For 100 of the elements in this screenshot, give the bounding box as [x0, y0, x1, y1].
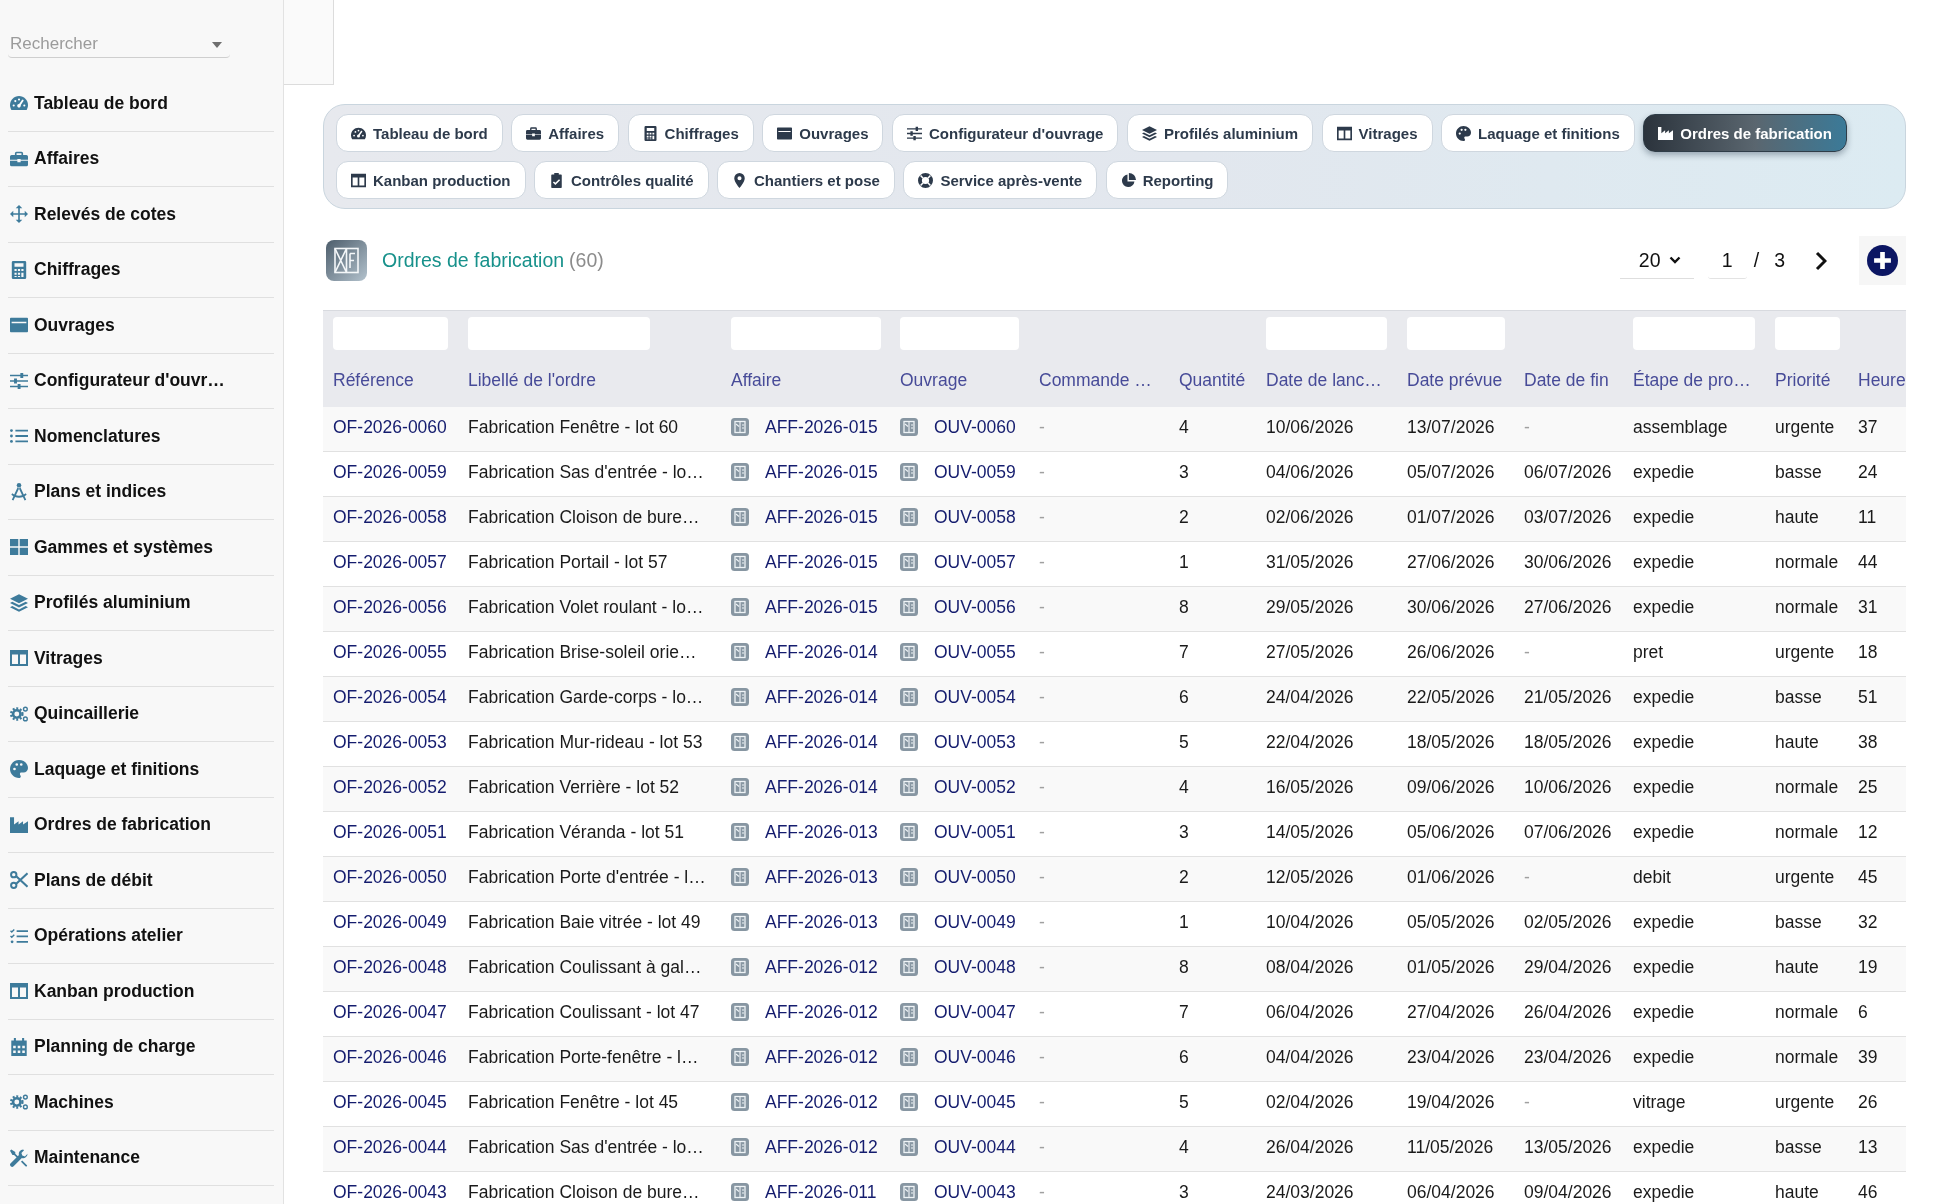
record-link[interactable]: AFF-2026-014 [765, 732, 878, 752]
record-link[interactable]: OUV-0050 [934, 867, 1016, 887]
record-link[interactable]: OUV-0057 [934, 552, 1016, 572]
record-link[interactable]: AFF-2026-015 [765, 597, 878, 617]
record-link[interactable]: OF-2026-0043 [333, 1182, 447, 1202]
record-link[interactable]: AFF-2026-013 [765, 912, 878, 932]
record-link[interactable]: OUV-0049 [934, 912, 1016, 932]
column-header[interactable]: Libellé de l'ordre [468, 368, 596, 392]
tab[interactable]: Profilés aluminium [1126, 114, 1314, 152]
tab[interactable]: Contrôles qualité [534, 161, 709, 199]
column-header[interactable]: Commande … [1039, 368, 1152, 392]
record-link[interactable]: OF-2026-0055 [333, 642, 447, 662]
column-header[interactable]: Étape de pro… [1633, 368, 1751, 392]
tab[interactable]: Vitrages [1321, 114, 1433, 152]
sidebar-item[interactable]: Quincaillerie [8, 686, 274, 742]
record-link[interactable]: AFF-2026-012 [765, 1047, 878, 1067]
sidebar-item[interactable]: Plans et indices [8, 464, 274, 520]
sidebar-item[interactable]: Nomenclatures [8, 409, 274, 465]
add-button[interactable] [1859, 236, 1906, 285]
sidebar-item[interactable]: Plans de débit [8, 853, 274, 909]
record-link[interactable]: OF-2026-0053 [333, 732, 447, 752]
next-page-button[interactable] [1815, 250, 1827, 271]
record-link[interactable]: OUV-0051 [934, 822, 1016, 842]
sidebar-item[interactable]: Maintenance [8, 1130, 274, 1186]
record-link[interactable]: AFF-2026-012 [765, 1137, 878, 1157]
record-link[interactable]: OUV-0059 [934, 462, 1016, 482]
record-link[interactable]: AFF-2026-012 [765, 957, 878, 977]
page-size-select[interactable]: 20 [1619, 242, 1694, 279]
column-header[interactable]: Date de lanc… [1266, 368, 1382, 392]
tab[interactable]: Service après-vente [903, 161, 1098, 199]
record-link[interactable]: AFF-2026-014 [765, 687, 878, 707]
record-link[interactable]: OF-2026-0057 [333, 552, 447, 572]
tab[interactable]: Reporting [1105, 161, 1229, 199]
record-link[interactable]: AFF-2026-012 [765, 1002, 878, 1022]
record-link[interactable]: OUV-0045 [934, 1092, 1016, 1112]
sidebar-item[interactable]: Gammes et systèmes [8, 520, 274, 576]
record-link[interactable]: OF-2026-0047 [333, 1002, 447, 1022]
tab[interactable]: Tableau de bord [336, 114, 503, 152]
sidebar-item[interactable]: Configurateur d'ouvr… [8, 353, 274, 409]
record-link[interactable]: OF-2026-0056 [333, 597, 447, 617]
record-link[interactable]: AFF-2026-013 [765, 867, 878, 887]
sidebar-item[interactable]: Vitrages [8, 631, 274, 687]
column-header[interactable]: Référence [333, 368, 414, 392]
tab[interactable]: Ouvrages [762, 114, 884, 152]
record-link[interactable]: AFF-2026-015 [765, 462, 878, 482]
record-link[interactable]: AFF-2026-015 [765, 552, 878, 572]
record-link[interactable]: OF-2026-0051 [333, 822, 447, 842]
record-link[interactable]: OUV-0058 [934, 507, 1016, 527]
record-link[interactable]: OUV-0055 [934, 642, 1016, 662]
sidebar-item[interactable]: Affaires [8, 131, 274, 187]
record-link[interactable]: OUV-0046 [934, 1047, 1016, 1067]
tab[interactable]: Configurateur d'ouvrage [892, 114, 1119, 152]
column-header[interactable]: Affaire [731, 368, 782, 392]
tab[interactable]: Laquage et finitions [1441, 114, 1635, 152]
tab[interactable]: Ordres de fabrication [1643, 114, 1847, 152]
sidebar-item[interactable]: Ouvrages [8, 298, 274, 354]
record-link[interactable]: OF-2026-0046 [333, 1047, 447, 1067]
record-link[interactable]: OUV-0047 [934, 1002, 1016, 1022]
record-link[interactable]: OUV-0052 [934, 777, 1016, 797]
record-link[interactable]: OF-2026-0054 [333, 687, 447, 707]
record-link[interactable]: OF-2026-0060 [333, 417, 447, 437]
record-link[interactable]: AFF-2026-014 [765, 642, 878, 662]
record-link[interactable]: OUV-0054 [934, 687, 1016, 707]
record-link[interactable]: OF-2026-0050 [333, 867, 447, 887]
record-link[interactable]: AFF-2026-011 [765, 1182, 877, 1202]
sidebar-item[interactable]: Tableau de bord [8, 76, 274, 132]
record-link[interactable]: OUV-0048 [934, 957, 1016, 977]
tab[interactable]: Chantiers et pose [717, 161, 895, 199]
sidebar-item[interactable]: Chiffrages [8, 242, 274, 298]
record-link[interactable]: OUV-0043 [934, 1182, 1016, 1202]
record-link[interactable]: OUV-0053 [934, 732, 1016, 752]
sidebar-item[interactable]: Opérations atelier [8, 908, 274, 964]
column-header[interactable]: Date prévue [1407, 368, 1503, 392]
record-link[interactable]: OF-2026-0058 [333, 507, 447, 527]
column-header[interactable]: Date de fin [1524, 368, 1609, 392]
sidebar-item[interactable]: Ordres de fabrication [8, 797, 274, 853]
record-link[interactable]: AFF-2026-015 [765, 507, 878, 527]
column-header[interactable]: Heure [1858, 368, 1906, 392]
search-field[interactable]: Rechercher [8, 31, 230, 58]
sidebar-item[interactable]: Kanban production [8, 964, 274, 1020]
record-link[interactable]: AFF-2026-014 [765, 777, 878, 797]
tab[interactable]: Chiffrages [627, 114, 754, 152]
record-link[interactable]: OUV-0056 [934, 597, 1016, 617]
column-header[interactable]: Priorité [1775, 368, 1831, 392]
sidebar-item[interactable]: Planning de charge [8, 1019, 274, 1075]
record-link[interactable]: OF-2026-0052 [333, 777, 447, 797]
column-header[interactable]: Ouvrage [900, 368, 968, 392]
record-link[interactable]: OF-2026-0048 [333, 957, 447, 977]
sidebar-item[interactable]: Machines [8, 1075, 274, 1131]
record-link[interactable]: OF-2026-0049 [333, 912, 447, 932]
record-link[interactable]: OF-2026-0045 [333, 1092, 447, 1112]
sidebar-item[interactable]: Relevés de cotes [8, 187, 274, 243]
column-header[interactable]: Quantité [1179, 368, 1246, 392]
record-link[interactable]: OUV-0044 [934, 1137, 1016, 1157]
record-link[interactable]: OF-2026-0059 [333, 462, 447, 482]
record-link[interactable]: AFF-2026-012 [765, 1092, 878, 1112]
record-link[interactable]: AFF-2026-015 [765, 417, 878, 437]
record-link[interactable]: AFF-2026-013 [765, 822, 878, 842]
tab[interactable]: Kanban production [336, 161, 526, 199]
sidebar-item[interactable]: Laquage et finitions [8, 742, 274, 798]
